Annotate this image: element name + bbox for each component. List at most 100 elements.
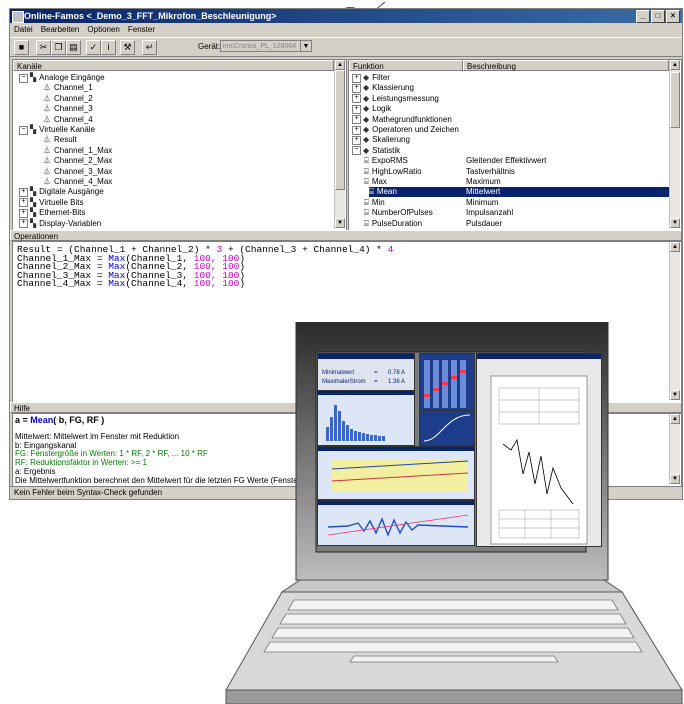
funktion-item[interactable]: ⌸ HighLowRatio bbox=[364, 167, 422, 177]
menu-bearbeiten[interactable]: Bearbeiten bbox=[41, 24, 80, 36]
funktion-item[interactable]: + ◆ Skalierung bbox=[352, 135, 410, 145]
kanaele-item[interactable]: ⏃ Channel_1_Max bbox=[43, 146, 112, 156]
funktion-item[interactable]: ⌸ Max bbox=[364, 177, 387, 187]
info-icon[interactable]: i bbox=[101, 40, 116, 55]
expand-icon[interactable]: + bbox=[352, 94, 361, 104]
funktion-item-name: Statistik bbox=[372, 145, 401, 155]
kanaele-item[interactable]: ⏃ Channel_2_Max bbox=[43, 156, 112, 166]
funktion-item[interactable]: + ◆ Operatoren und Zeichen bbox=[352, 125, 459, 135]
funktion-item[interactable]: + ◆ Mathegrundfunktionen bbox=[352, 115, 452, 125]
expand-icon[interactable]: + bbox=[19, 208, 28, 218]
funktion-header[interactable]: Funktion bbox=[349, 60, 463, 71]
kanaele-item[interactable]: ⏃ Channel_4_Max bbox=[43, 177, 112, 187]
geraet-select[interactable]: imcCronos_PL_128064 ▼ bbox=[220, 40, 312, 52]
expand-icon[interactable]: + bbox=[352, 115, 361, 125]
kanaele-item[interactable]: ⏃ Channel_2 bbox=[43, 94, 93, 104]
operationen-header: Operationen bbox=[10, 230, 682, 241]
funktion-item-name: Mathegrundfunktionen bbox=[372, 114, 452, 124]
funktion-item-name: HighLowRatio bbox=[371, 166, 422, 176]
funktion-item[interactable]: + ◆ Logik bbox=[352, 104, 391, 114]
funktion-item[interactable]: ⌸ PulseDuration bbox=[364, 219, 422, 229]
collapse-icon[interactable]: − bbox=[352, 146, 361, 156]
tools-icon[interactable]: ⚒ bbox=[120, 40, 135, 55]
kanaele-scrollbar[interactable]: ▲ ▼ bbox=[334, 60, 345, 228]
funktion-item[interactable]: ⌸ Mean bbox=[369, 187, 669, 198]
title-bar[interactable]: Online-Famos <_Demo_3_FFT_Mikrofon_Besch… bbox=[10, 9, 682, 23]
expand-icon[interactable]: + bbox=[19, 219, 28, 229]
minimize-button[interactable]: _ bbox=[636, 10, 650, 23]
channel-icon: ⏃ bbox=[43, 135, 51, 145]
function-icon: ⌸ bbox=[364, 197, 369, 207]
category-icon: ◆ bbox=[363, 83, 370, 93]
expand-icon[interactable]: + bbox=[352, 73, 361, 83]
kanaele-item[interactable]: + ▚ Display-Variablen bbox=[19, 219, 101, 229]
kanaele-item[interactable]: + ▚ Ethernet-Bits bbox=[19, 208, 85, 218]
scroll-thumb[interactable] bbox=[670, 72, 680, 128]
channel-icon: ⏃ bbox=[43, 156, 51, 166]
code-area[interactable]: Result = (Channel_1 + Channel_2) * 3 + (… bbox=[17, 245, 393, 289]
funktion-item[interactable]: + ◆ Klassierung bbox=[352, 83, 414, 93]
kanaele-item[interactable]: ⏃ Channel_3 bbox=[43, 104, 93, 114]
geraet-label: Gerät: bbox=[198, 42, 221, 51]
collapse-icon[interactable]: − bbox=[19, 73, 28, 83]
screen-waveform bbox=[317, 500, 475, 546]
copy-icon[interactable]: ❐ bbox=[51, 40, 66, 55]
kanaele-item[interactable]: − ▚ Virtuelle Kanäle bbox=[19, 125, 95, 135]
funktion-item[interactable]: − ◆ Statistik bbox=[352, 146, 400, 156]
exit-icon[interactable]: ↵ bbox=[142, 40, 157, 55]
funktion-item-description: Impulsanzahl bbox=[466, 208, 514, 218]
kanaele-item[interactable]: ⏃ Result bbox=[43, 135, 77, 145]
channel-group-icon: ▚ bbox=[30, 73, 37, 82]
expand-icon[interactable]: + bbox=[352, 83, 361, 93]
category-icon: ◆ bbox=[363, 125, 370, 134]
funktion-scrollbar[interactable]: ▲ ▼ bbox=[669, 60, 680, 228]
kanaele-item[interactable]: ⏃ Channel_3_Max bbox=[43, 167, 112, 177]
scroll-thumb[interactable] bbox=[335, 70, 345, 190]
kanaele-item[interactable]: ⏃ Channel_1 bbox=[43, 83, 93, 93]
kanaele-item-label: Channel_3 bbox=[54, 104, 93, 114]
menu-optionen[interactable]: Optionen bbox=[87, 24, 119, 36]
funktion-item-name: PulseDuration bbox=[371, 218, 423, 228]
screen-max-row: MaximalerStrom = 1.38 A bbox=[322, 378, 405, 386]
funktion-item-name: Klassierung bbox=[372, 83, 414, 93]
expand-icon[interactable]: + bbox=[352, 104, 361, 114]
paste-icon[interactable]: ▤ bbox=[66, 40, 81, 55]
kanaele-item[interactable]: + ▚ Digitale Ausgänge bbox=[19, 187, 104, 197]
expand-icon[interactable]: + bbox=[352, 125, 361, 135]
menu-datei[interactable]: Datei bbox=[14, 24, 33, 36]
close-button[interactable]: × bbox=[666, 10, 680, 23]
scroll-up-icon[interactable]: ▲ bbox=[670, 242, 680, 252]
screen-max-eq: = bbox=[374, 379, 378, 385]
funktion-item[interactable]: ⌸ Min bbox=[364, 198, 385, 208]
collapse-icon[interactable]: − bbox=[19, 125, 28, 135]
kanaele-item[interactable]: + ▚ Virtuelle Bits bbox=[19, 198, 83, 208]
funktion-item[interactable]: ⌸ NumberOfPulses bbox=[364, 208, 433, 218]
funktion-item-description: Mittelwert bbox=[466, 187, 501, 197]
screen-histogram bbox=[317, 390, 415, 446]
kanaele-header[interactable]: Kanäle bbox=[13, 60, 334, 71]
kanaele-item[interactable]: ⏃ Channel_4 bbox=[43, 115, 93, 125]
funktion-item[interactable]: ⌸ ExpoRMS bbox=[364, 156, 408, 166]
funktion-pane: Funktion Beschreibung + ◆ Filter + ◆ Klassier… bbox=[348, 59, 682, 231]
funktion-item[interactable]: + ◆ Filter bbox=[352, 73, 390, 83]
scroll-down-icon[interactable]: ▼ bbox=[670, 218, 680, 228]
scroll-down-icon[interactable]: ▼ bbox=[335, 218, 345, 228]
scroll-up-icon[interactable]: ▲ bbox=[670, 60, 680, 70]
maximize-button[interactable]: □ bbox=[651, 10, 665, 23]
menu-fenster[interactable]: Fenster bbox=[128, 24, 155, 36]
funktion-item[interactable]: + ◆ Leistungsmessung bbox=[352, 94, 439, 104]
kanaele-item[interactable]: − ▚ Analoge Eingänge bbox=[19, 73, 105, 83]
channel-group-icon: ▚ bbox=[30, 125, 37, 134]
channel-icon: ⏃ bbox=[43, 177, 51, 186]
channel-icon: ⏃ bbox=[43, 104, 51, 114]
save-icon[interactable]: ■ bbox=[14, 40, 29, 55]
chevron-down-icon: ▼ bbox=[300, 41, 311, 51]
scroll-up-icon[interactable]: ▲ bbox=[335, 60, 345, 70]
funktion-item-name: Skalierung bbox=[372, 135, 410, 145]
expand-icon[interactable]: + bbox=[19, 198, 28, 208]
expand-icon[interactable]: + bbox=[352, 135, 361, 145]
cut-icon[interactable]: ✂ bbox=[36, 40, 51, 55]
expand-icon[interactable]: + bbox=[19, 187, 28, 197]
beschreibung-header[interactable]: Beschreibung bbox=[463, 60, 669, 71]
check-syntax-icon[interactable]: ✓ bbox=[86, 40, 101, 55]
